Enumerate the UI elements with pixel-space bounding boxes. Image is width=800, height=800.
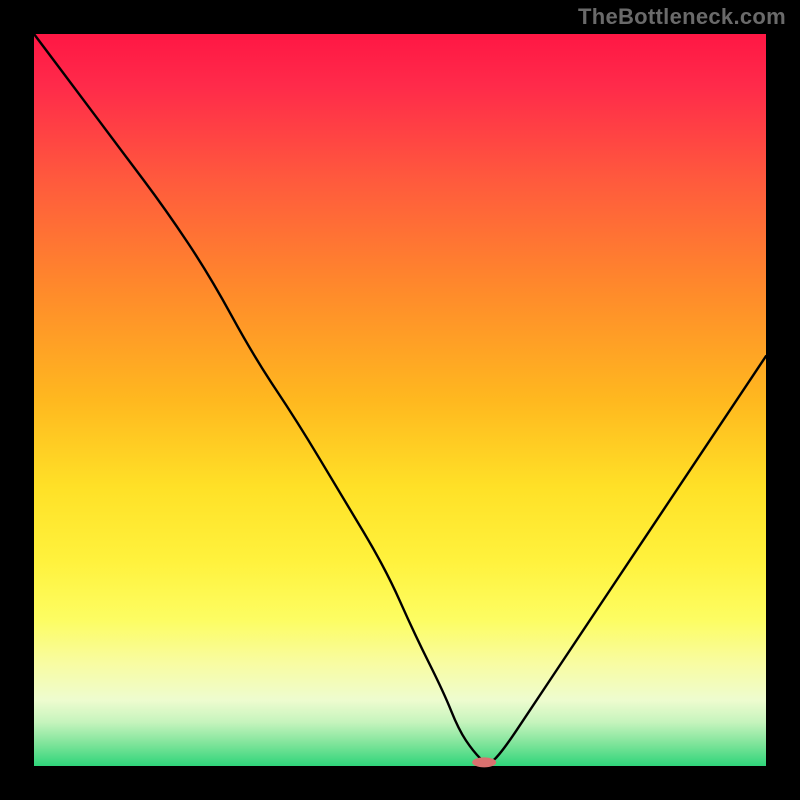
chart-container: TheBottleneck.com (0, 0, 800, 800)
optimum-marker (472, 757, 496, 767)
watermark-text: TheBottleneck.com (578, 4, 786, 30)
bottleneck-chart (0, 0, 800, 800)
plot-background (34, 34, 766, 766)
